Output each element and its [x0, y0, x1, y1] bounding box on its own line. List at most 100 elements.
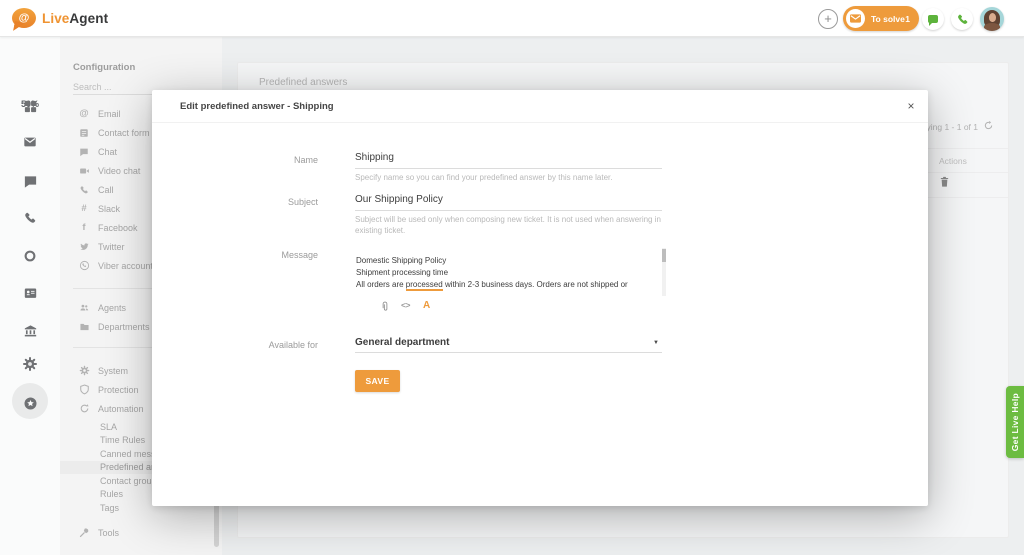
sidebar-item-tools[interactable]: Tools	[60, 523, 222, 542]
trash-icon	[938, 175, 951, 189]
calls-button[interactable]	[951, 8, 973, 30]
actions-column-header: Actions	[939, 156, 967, 166]
subject-input[interactable]: Our Shipping Policy	[355, 194, 443, 205]
liveagent-logo[interactable]: @ LiveAgent	[12, 8, 108, 28]
edit-predefined-answer-modal: Edit predefined answer - Shipping × Name…	[152, 90, 928, 506]
page-title: Predefined answers	[259, 77, 347, 88]
twitter-icon	[78, 242, 90, 252]
logo-bubble-icon: @	[12, 8, 36, 28]
chat-bubble-icon	[78, 147, 90, 157]
logo-at-glyph: @	[19, 12, 30, 24]
sidebar-item-label: Email	[98, 109, 121, 119]
add-new-button[interactable]: +	[818, 9, 838, 29]
available-for-label: Available for	[152, 340, 318, 350]
subject-help-text: Subject will be used only when composing…	[355, 215, 667, 236]
contacts-nav[interactable]	[0, 286, 60, 300]
available-for-select[interactable]: General department	[355, 337, 449, 348]
envelope-icon	[849, 13, 862, 24]
message-line: Shipment processing time	[356, 267, 660, 279]
sidebar-item-label: Slack	[98, 204, 120, 214]
to-solve-envelope-circle	[846, 9, 865, 28]
chevron-down-icon[interactable]: ▼	[653, 340, 659, 346]
avatar-body	[984, 23, 1000, 31]
get-live-help-label: Get Live Help	[1010, 393, 1020, 451]
social-nav[interactable]	[0, 249, 60, 263]
phone-icon	[23, 211, 37, 225]
company-nav[interactable]	[0, 324, 60, 338]
name-help-text: Specify name so you can find your predef…	[355, 173, 667, 184]
chats-button[interactable]	[922, 8, 944, 30]
format-text-button[interactable]: A	[423, 300, 430, 311]
plus-icon: +	[824, 11, 832, 26]
sidebar-item-label: Tools	[98, 528, 119, 538]
get-live-help-tab[interactable]: Get Live Help	[1006, 386, 1024, 458]
video-camera-icon	[78, 166, 90, 176]
wrench-icon	[78, 527, 90, 538]
sidebar-item-label: Departments	[98, 322, 150, 332]
sidebar-item-label: Time Rules	[100, 435, 145, 445]
chat-icon	[928, 15, 938, 23]
mail-icon	[22, 135, 38, 149]
brand-live: Live	[42, 11, 69, 26]
gear-icon	[78, 365, 90, 376]
sidebar-item-label: Video chat	[98, 166, 140, 176]
liveagent-app: @ LiveAgent + To solve 1 50%	[0, 0, 1024, 555]
spellcheck-marked-word: processed	[406, 280, 443, 291]
close-icon[interactable]: ×	[904, 99, 918, 113]
message-scrollbar-thumb[interactable]	[662, 249, 666, 262]
agents-icon	[78, 303, 90, 313]
attach-file-button[interactable]	[380, 300, 390, 313]
brand-agent: Agent	[69, 11, 108, 26]
subject-input-underline	[355, 210, 662, 211]
message-text: within 2-3 business days. Orders are not…	[443, 280, 628, 289]
sidebar-item-label: Facebook	[98, 223, 138, 233]
sidebar-item-label: System	[98, 366, 128, 376]
paperclip-icon	[380, 300, 390, 313]
sync-icon	[78, 403, 90, 414]
at-icon: @	[78, 108, 90, 119]
phone-icon	[78, 185, 90, 195]
tickets-nav[interactable]	[0, 135, 60, 149]
chats-nav[interactable]	[0, 174, 60, 189]
viber-icon	[78, 260, 90, 271]
message-label: Message	[152, 250, 318, 260]
message-textarea[interactable]: Domestic Shipping Policy Shipment proces…	[355, 248, 668, 296]
sidebar-item-label: Protection	[98, 385, 139, 395]
subject-label: Subject	[152, 197, 318, 207]
to-solve-count: 1	[905, 14, 910, 24]
configuration-nav[interactable]	[0, 356, 60, 372]
upgrade-nav[interactable]	[0, 396, 60, 411]
avatar-face	[989, 13, 996, 22]
sidebar-item-label: SLA	[100, 422, 117, 432]
name-input[interactable]: Shipping	[355, 152, 394, 163]
name-input-underline	[355, 168, 662, 169]
chat-bubble-icon	[23, 174, 38, 189]
modal-header: Edit predefined answer - Shipping ×	[152, 90, 928, 123]
message-line: Domestic Shipping Policy	[356, 255, 660, 267]
sidebar-item-label: Contact form	[98, 128, 150, 138]
calls-nav[interactable]	[0, 211, 60, 225]
contact-form-icon	[78, 128, 90, 138]
refresh-icon[interactable]	[983, 120, 994, 131]
modal-title: Edit predefined answer - Shipping	[180, 101, 334, 112]
to-solve-button[interactable]: To solve 1	[843, 6, 919, 31]
name-label: Name	[152, 155, 318, 165]
sidebar-item-label: Automation	[98, 404, 144, 414]
sidebar-item-label: Viber accounts	[98, 261, 157, 271]
dashboard-nav[interactable]	[0, 99, 60, 114]
sidebar-item-label: Tags	[100, 503, 119, 513]
shield-icon	[78, 384, 90, 395]
message-text: All orders are	[356, 280, 406, 289]
insert-code-button[interactable]: <>	[401, 300, 410, 310]
sidebar-item-label: Chat	[98, 147, 117, 157]
sidebar-item-label: Twitter	[98, 242, 125, 252]
user-avatar[interactable]	[980, 7, 1004, 31]
delete-answer-button[interactable]	[938, 175, 951, 189]
to-solve-label: To solve	[871, 14, 905, 24]
save-button[interactable]: SAVE	[355, 370, 400, 392]
left-icon-rail: 50%	[0, 37, 60, 555]
folder-icon	[78, 322, 90, 332]
message-line: All orders are processed within 2-3 busi…	[356, 279, 660, 291]
sidebar-item-label: Call	[98, 185, 114, 195]
available-for-underline	[355, 352, 662, 353]
